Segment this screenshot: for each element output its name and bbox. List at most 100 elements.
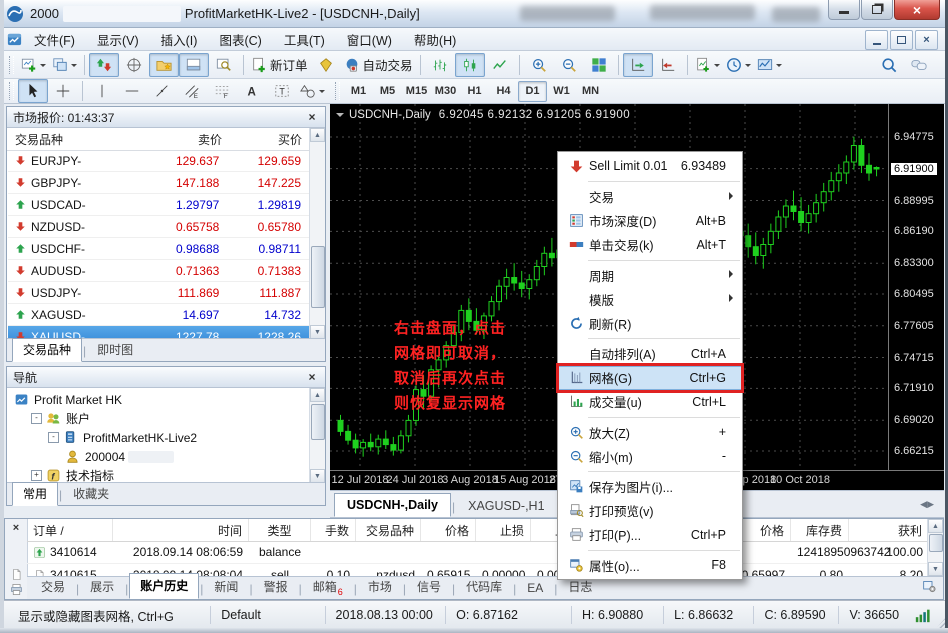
market-watch-row-EURJPY-[interactable]: EURJPY-129.637129.659 — [8, 150, 309, 172]
timeframe-M1[interactable]: M1 — [344, 81, 373, 102]
toolbar-grip[interactable] — [9, 82, 14, 100]
context-menu-item-保存为图片(i)...[interactable]: 保存为图片(i)... — [558, 475, 742, 499]
menu-显示(V)[interactable]: 显示(V) — [86, 27, 150, 52]
dropdown-caret-icon[interactable] — [714, 64, 720, 70]
menu-插入(I)[interactable]: 插入(I) — [150, 27, 209, 52]
menu-帮助(H)[interactable]: 帮助(H) — [403, 27, 467, 52]
history-column-类型[interactable]: 类型 — [249, 519, 311, 541]
context-menu-item-属性(o)...[interactable]: 属性(o)...F8 — [558, 553, 742, 577]
market-watch-tab-交易品种[interactable]: 交易品种 — [12, 338, 82, 362]
chart-candles-button[interactable] — [455, 53, 485, 77]
market-watch-row-GBPJPY-[interactable]: GBPJPY-147.188147.225 — [8, 172, 309, 194]
market-watch-row-USDCHF-[interactable]: USDCHF-0.986880.98711 — [8, 238, 309, 260]
mdi-restore-button[interactable] — [890, 30, 913, 50]
scroll-down-icon[interactable]: ▼ — [310, 325, 325, 339]
terminal-tab-交易[interactable]: 交易 — [31, 575, 75, 599]
menu-文件(F)[interactable]: 文件(F) — [23, 27, 86, 52]
timeframe-H1[interactable]: H1 — [460, 81, 489, 102]
chart-bars-button[interactable] — [425, 53, 455, 77]
history-column-交易品种[interactable]: 交易品种 — [356, 519, 421, 541]
trendline-button[interactable] — [147, 79, 177, 103]
metaeditor-button[interactable] — [311, 53, 341, 77]
navigator-scrollbar[interactable]: ▲ ▼ — [309, 388, 325, 483]
market-watch-button[interactable] — [89, 53, 119, 77]
new-chart-button[interactable] — [18, 53, 49, 77]
search-button[interactable] — [874, 53, 904, 77]
minimize-button[interactable] — [828, 0, 860, 20]
cursor-button[interactable] — [18, 79, 48, 103]
dropdown-caret-icon[interactable] — [745, 64, 751, 70]
chat-button[interactable] — [904, 53, 934, 77]
context-menu-item-放大(Z)[interactable]: 放大(Z)+ — [558, 420, 742, 444]
expand-icon[interactable]: + — [31, 470, 42, 481]
scrollbar-thumb[interactable] — [311, 404, 325, 440]
navigator-header[interactable]: 导航 × — [7, 367, 325, 388]
terminal-tab-账户历史[interactable]: 账户历史 — [129, 573, 199, 599]
title-bar[interactable]: 2000 ProfitMarketHK-Live2 - [USDCNH-,Dai… — [0, 0, 948, 28]
navigator-tab-常用[interactable]: 常用 — [12, 482, 58, 506]
timeframe-M15[interactable]: M15 — [402, 81, 431, 102]
scrollbar-thumb[interactable] — [929, 534, 943, 552]
history-column-库存费[interactable]: 库存费 — [791, 519, 849, 541]
toolbar-grip[interactable] — [335, 82, 340, 100]
data-window-button[interactable] — [119, 53, 149, 77]
context-menu-item-打印预览(v)[interactable]: 打印预览(v) — [558, 499, 742, 523]
dropdown-caret-icon[interactable] — [319, 90, 325, 96]
market-watch-row-XAGUSD-[interactable]: XAGUSD-14.69714.732 — [8, 304, 309, 326]
column-header-交易品种[interactable]: 交易品种 — [7, 131, 146, 148]
chart-tab-USDCNH-,Daily[interactable]: USDCNH-,Daily — [334, 493, 451, 517]
tile-windows-button[interactable] — [584, 53, 614, 77]
scroll-down-icon[interactable]: ▼ — [310, 469, 325, 483]
menu-图表(C)[interactable]: 图表(C) — [208, 27, 272, 52]
terminal-tab-EA[interactable]: EA — [517, 578, 553, 599]
context-menu-item-周期[interactable]: 周期 — [558, 263, 742, 287]
scroll-up-icon[interactable]: ▲ — [928, 519, 943, 533]
context-menu-item-单击交易(k)[interactable]: 单击交易(k)Alt+T — [558, 233, 742, 257]
text-button[interactable]: A — [237, 79, 267, 103]
history-column-时间[interactable]: 时间 — [113, 519, 249, 541]
close-icon[interactable]: × — [13, 522, 19, 534]
market-watch-row-USDJPY-[interactable]: USDJPY-111.869111.887 — [8, 282, 309, 304]
market-watch-header[interactable]: 市场报价: 01:43:37 × — [7, 107, 325, 128]
chart-shift-button[interactable] — [653, 53, 683, 77]
price-axis[interactable]: 6.947756.919006.889956.861906.833006.804… — [888, 104, 944, 470]
menu-窗口(W)[interactable]: 窗口(W) — [336, 27, 403, 52]
menu-工具(T)[interactable]: 工具(T) — [273, 27, 336, 52]
close-button[interactable]: × — [894, 0, 940, 20]
tree-item-技术指标[interactable]: +f技术指标 — [8, 466, 309, 482]
terminal-tab-代码库[interactable]: 代码库 — [456, 575, 512, 599]
context-menu-item-市场深度(D)[interactable]: 市场深度(D)Alt+B — [558, 209, 742, 233]
timeframe-H4[interactable]: H4 — [489, 81, 518, 102]
strategy-tester-button[interactable] — [209, 53, 239, 77]
terminal-tab-信号[interactable]: 信号 — [407, 575, 451, 599]
restore-button[interactable] — [861, 0, 893, 20]
zoom-in-button[interactable] — [524, 53, 554, 77]
chart-tab-XAGUSD-,H1[interactable]: XAGUSD-,H1 — [456, 495, 556, 517]
new-order-button[interactable]: 新订单 — [248, 53, 311, 77]
autotrading-button[interactable]: 自动交易 — [341, 53, 416, 77]
mdi-minimize-button[interactable] — [865, 30, 888, 50]
context-menu-item-Sell Limit 0.01[interactable]: Sell Limit 0.016.93489 — [558, 154, 742, 178]
chart-line-button[interactable] — [485, 53, 515, 77]
terminal-settings-button[interactable] — [922, 579, 937, 597]
crosshair-button[interactable] — [48, 79, 78, 103]
auto-scroll-button[interactable] — [623, 53, 653, 77]
profiles-button[interactable] — [49, 53, 80, 77]
tree-item-账户[interactable]: -账户 — [8, 409, 309, 428]
terminal-tab-展示[interactable]: 展示 — [80, 575, 124, 599]
market-watch-tab-即时图[interactable]: 即时图 — [87, 339, 143, 361]
history-column-价格[interactable]: 价格 — [421, 519, 476, 541]
zoom-out-button[interactable] — [554, 53, 584, 77]
scrollbar-thumb[interactable] — [311, 246, 325, 308]
context-menu-item-网格(G)[interactable]: 网格(G)Ctrl+G — [558, 366, 742, 390]
context-menu-item-成交量(u)[interactable]: 成交量(u)Ctrl+L — [558, 390, 742, 414]
terminal-button[interactable] — [179, 53, 209, 77]
column-header-买价[interactable]: 买价 — [230, 131, 310, 148]
scroll-up-icon[interactable]: ▲ — [310, 388, 325, 402]
terminal-tab-警报[interactable]: 警报 — [254, 575, 298, 599]
context-menu-item-自动排列(A)[interactable]: 自动排列(A)Ctrl+A — [558, 342, 742, 366]
timeframe-D1[interactable]: D1 — [518, 81, 547, 102]
market-watch-row-AUDUSD-[interactable]: AUDUSD-0.713630.71383 — [8, 260, 309, 282]
history-column-订单 /[interactable]: 订单 / — [27, 519, 113, 541]
collapse-icon[interactable]: - — [31, 413, 42, 424]
